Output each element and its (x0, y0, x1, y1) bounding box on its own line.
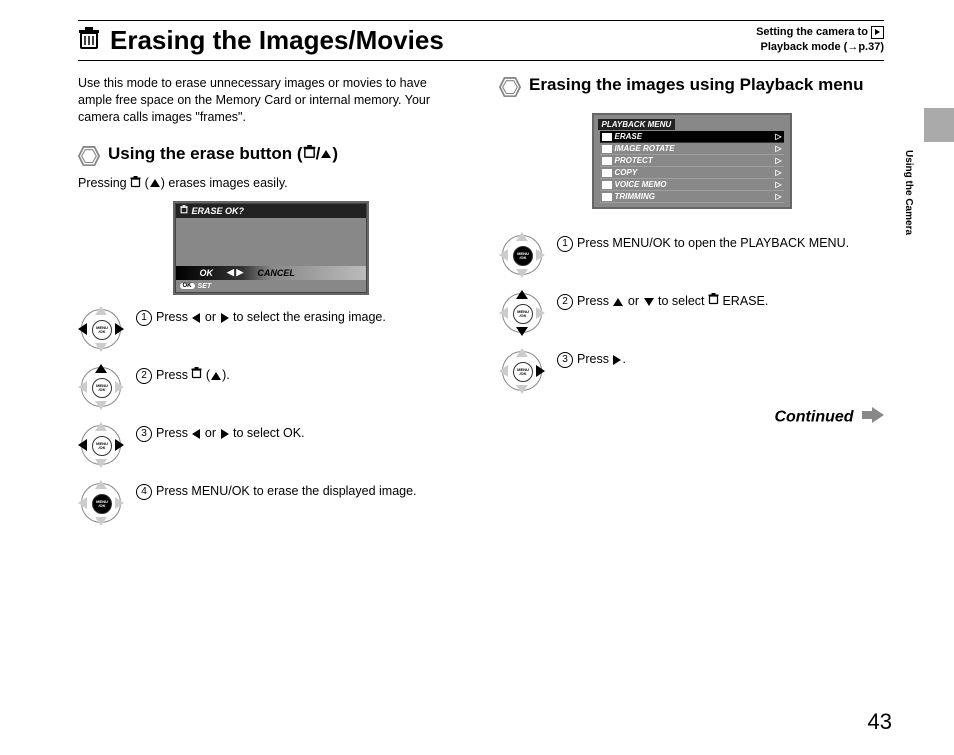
menu-item-label: PROTECT (615, 156, 653, 165)
up-arrow-icon (321, 150, 331, 158)
step-number: 2 (557, 294, 573, 310)
step-number: 2 (136, 368, 152, 384)
intro-text: Use this mode to erase unnecessary image… (78, 75, 463, 126)
dpad-icon: MENU/OK (502, 293, 542, 333)
dpad-icon: MENU/OK (81, 309, 121, 349)
dpad-icon: MENU/OK (81, 483, 121, 523)
lr-arrows-icon: ◀ ▶ (227, 267, 243, 278)
page-number: 43 (868, 709, 892, 735)
page-title: Erasing the Images/Movies (110, 25, 444, 56)
hex-bullet-icon (78, 146, 100, 166)
step-number: 3 (557, 352, 573, 368)
down-arrow-icon (644, 298, 654, 306)
step-number: 3 (136, 426, 152, 442)
left-arrow-icon (192, 429, 200, 439)
menu-item-icon (602, 181, 612, 189)
right-arrow-icon (613, 355, 621, 365)
erase-prompt: ERASE OK? (192, 206, 245, 216)
playback-menu-item: TRIMMING ▷ (600, 191, 784, 203)
step-number: 1 (136, 310, 152, 326)
step-text: Press MENU/OK to open the PLAYBACK MENU. (577, 235, 849, 252)
chevron-right-icon: ▷ (775, 168, 781, 177)
chevron-right-icon: ▷ (775, 156, 781, 165)
chevron-right-icon: ▷ (775, 132, 781, 141)
ok-pill: OK (180, 283, 195, 289)
menu-item-icon (602, 133, 612, 141)
trash-icon (191, 367, 202, 384)
menu-item-icon (602, 193, 612, 201)
camera-screen-playback-menu: PLAYBACK MENU ERASE▷IMAGE ROTATE▷PROTECT… (592, 113, 792, 209)
dpad-icon: MENU/OK (502, 351, 542, 391)
playback-icon (871, 26, 884, 39)
top-rule (78, 20, 884, 21)
menu-item-label: ERASE (615, 132, 643, 141)
dpad-icon: MENU/OK (81, 425, 121, 465)
dpad-icon: MENU/OK (81, 367, 121, 407)
playback-menu-item: IMAGE ROTATE ▷ (600, 143, 784, 155)
playback-menu-item: VOICE MEMO ▷ (600, 179, 784, 191)
chevron-right-icon: ▷ (775, 144, 781, 153)
step-text: Press or to select OK. (156, 425, 305, 442)
bottom-rule (78, 60, 884, 61)
step-number: 4 (136, 484, 152, 500)
section-title-left: Using the erase button (/) (108, 144, 338, 165)
right-arrow-icon (221, 313, 229, 323)
menu-item-label: COPY (615, 168, 638, 177)
playback-menu-item: COPY ▷ (600, 167, 784, 179)
menu-item-icon (602, 145, 612, 153)
step-text: Press or to select the erasing image. (156, 309, 386, 326)
menu-item-icon (602, 169, 612, 177)
trash-icon (78, 27, 100, 54)
sub-instruction: Pressing () erases images easily. (78, 176, 463, 191)
trash-icon (303, 144, 316, 164)
playback-menu-item: PROTECT ▷ (600, 155, 784, 167)
playback-menu-item: ERASE ▷ (600, 131, 784, 143)
trash-icon (180, 205, 188, 216)
screen-cancel-label: CANCEL (257, 268, 295, 278)
continued-label: Continued (499, 407, 884, 428)
up-arrow-icon (613, 298, 623, 306)
hex-bullet-icon (499, 77, 521, 97)
menu-item-label: IMAGE ROTATE (615, 144, 675, 153)
right-arrow-icon (221, 429, 229, 439)
chevron-right-icon: ▷ (775, 180, 781, 189)
step-text: Press . (577, 351, 626, 368)
step-number: 1 (557, 236, 573, 252)
left-arrow-icon (192, 313, 200, 323)
screen-ok-label: OK (200, 268, 214, 278)
menu-item-icon (602, 157, 612, 165)
step-text: Press (). (156, 367, 230, 384)
step-text: Press MENU/OK to erase the displayed ima… (156, 483, 417, 500)
dpad-icon: MENU/OK (502, 235, 542, 275)
camera-screen-erase: ERASE OK? OK ◀ ▶ CANCEL OKSET (173, 201, 369, 295)
trash-icon (130, 176, 141, 191)
trash-icon (708, 293, 719, 310)
up-arrow-icon (150, 179, 160, 187)
set-label: SET (198, 283, 212, 290)
mode-hint: Setting the camera to Playback mode (→p.… (756, 25, 884, 56)
menu-item-label: VOICE MEMO (615, 180, 667, 189)
playback-menu-title: PLAYBACK MENU (598, 119, 676, 130)
chevron-right-icon: ▷ (775, 192, 781, 201)
continued-arrow-icon (862, 407, 884, 428)
menu-item-label: TRIMMING (615, 192, 655, 201)
step-text: Press or to select ERASE. (577, 293, 768, 310)
up-arrow-icon (211, 372, 221, 380)
section-title-right: Erasing the images using Playback menu (529, 75, 863, 95)
